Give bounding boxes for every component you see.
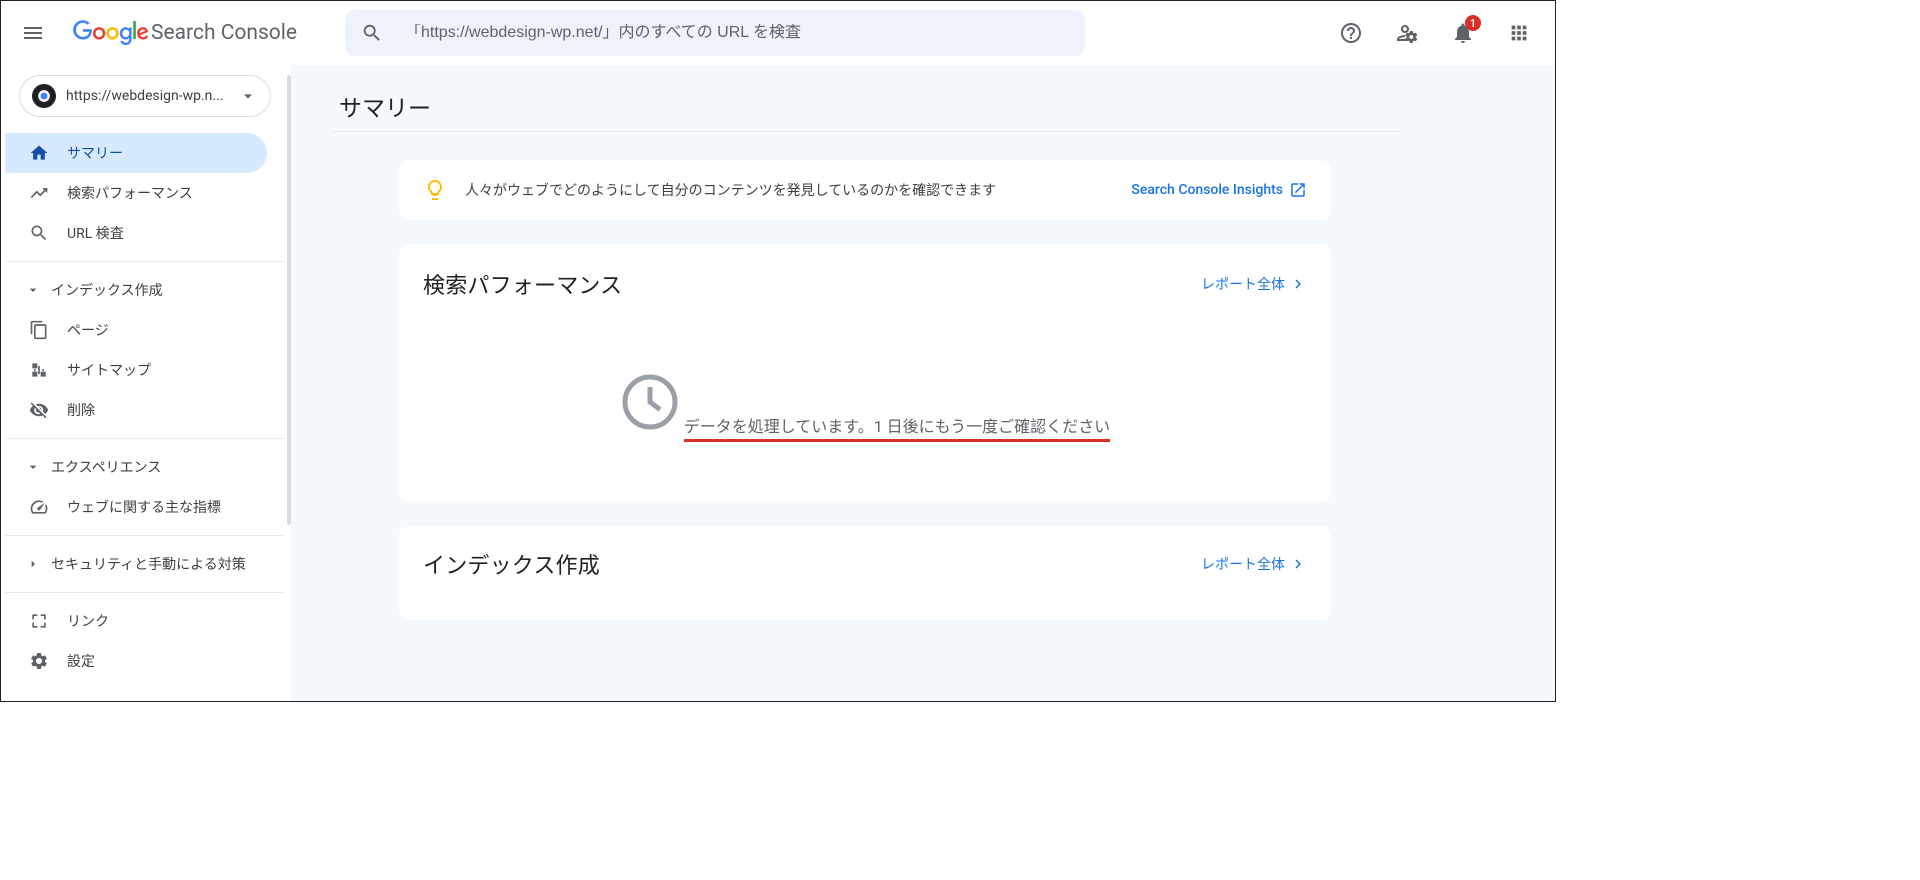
external-link-icon bbox=[1289, 181, 1307, 199]
chevron-right-icon bbox=[25, 556, 41, 572]
processing-message: データを処理しています。1 日後にもう一度ご確認ください bbox=[684, 413, 1110, 437]
sidebar-item-label: 設定 bbox=[67, 651, 95, 671]
url-inspect-search[interactable] bbox=[345, 10, 1085, 56]
lightbulb-icon bbox=[423, 178, 447, 202]
insights-card: 人々がウェブでどのようにして自分のコンテンツを発見しているのかを確認できます S… bbox=[399, 160, 1331, 220]
insights-link[interactable]: Search Console Insights bbox=[1131, 181, 1307, 199]
search-icon bbox=[361, 22, 383, 44]
product-name: Search Console bbox=[151, 21, 297, 45]
sidebar-item-sitemaps[interactable]: サイトマップ bbox=[5, 350, 267, 390]
sidebar-item-url-inspection[interactable]: URL 検査 bbox=[5, 213, 267, 253]
sidebar-item-label: 削除 bbox=[67, 400, 95, 420]
chevron-down-icon bbox=[25, 459, 41, 475]
card-header: インデックス作成 レポート全体 bbox=[423, 548, 1307, 580]
divider bbox=[331, 131, 1399, 132]
trending-icon bbox=[29, 183, 49, 203]
link-icon bbox=[29, 611, 49, 631]
url-inspect-input[interactable] bbox=[405, 24, 1069, 42]
divider bbox=[5, 438, 285, 439]
property-icon bbox=[32, 84, 56, 108]
visibility-off-icon bbox=[29, 400, 49, 420]
sidebar-group-indexing[interactable]: インデックス作成 bbox=[5, 270, 285, 310]
sidebar-item-label: リンク bbox=[67, 611, 109, 631]
hamburger-icon bbox=[21, 21, 45, 45]
sidebar-item-label: 検索パフォーマンス bbox=[67, 183, 193, 203]
sitemap-icon bbox=[29, 360, 49, 380]
notification-badge: 1 bbox=[1465, 15, 1481, 31]
sidebar-item-label: サマリー bbox=[67, 143, 123, 163]
clock-icon bbox=[620, 372, 680, 432]
speed-icon bbox=[29, 497, 49, 517]
property-label: https://webdesign-wp.n... bbox=[66, 88, 228, 104]
processing-state: データを処理しています。1 日後にもう一度ご確認ください bbox=[423, 316, 1307, 442]
content-area: https://webdesign-wp.n... サマリー 検索パフォーマンス… bbox=[1, 65, 1555, 701]
sidebar-group-label: セキュリティと手動による対策 bbox=[51, 554, 246, 574]
sidebar-group-label: エクスペリエンス bbox=[51, 457, 161, 477]
person-settings-icon bbox=[1395, 21, 1419, 45]
card-header: 検索パフォーマンス レポート全体 bbox=[423, 268, 1307, 300]
sidebar-item-pages[interactable]: ページ bbox=[5, 310, 267, 350]
divider bbox=[5, 535, 285, 536]
menu-toggle-button[interactable] bbox=[9, 9, 57, 57]
card-title: 検索パフォーマンス bbox=[423, 268, 622, 300]
main-content: サマリー 人々がウェブでどのようにして自分のコンテンツを発見しているのかを確認で… bbox=[291, 65, 1555, 701]
gear-icon bbox=[29, 651, 49, 671]
card-title: インデックス作成 bbox=[423, 548, 600, 580]
help-icon bbox=[1339, 21, 1363, 45]
sidebar-item-performance[interactable]: 検索パフォーマンス bbox=[5, 173, 267, 213]
google-logo-icon bbox=[73, 20, 149, 46]
apps-button[interactable] bbox=[1495, 9, 1543, 57]
full-report-label: レポート全体 bbox=[1201, 274, 1285, 294]
full-report-link[interactable]: レポート全体 bbox=[1201, 554, 1307, 574]
insights-link-label: Search Console Insights bbox=[1131, 182, 1283, 198]
indexing-card: インデックス作成 レポート全体 bbox=[399, 526, 1331, 620]
sidebar: https://webdesign-wp.n... サマリー 検索パフォーマンス… bbox=[1, 65, 291, 701]
sidebar-group-security[interactable]: セキュリティと手動による対策 bbox=[5, 544, 285, 584]
sidebar-item-label: ページ bbox=[67, 320, 109, 340]
insights-message: 人々がウェブでどのようにして自分のコンテンツを発見しているのかを確認できます bbox=[465, 180, 1113, 200]
sidebar-item-core-web-vitals[interactable]: ウェブに関する主な指標 bbox=[5, 487, 267, 527]
page-title: サマリー bbox=[331, 89, 1399, 123]
full-report-label: レポート全体 bbox=[1201, 554, 1285, 574]
annotation-underline bbox=[684, 439, 1110, 442]
sidebar-group-experience[interactable]: エクスペリエンス bbox=[5, 447, 285, 487]
sidebar-item-label: ウェブに関する主な指標 bbox=[67, 497, 221, 517]
sidebar-item-removals[interactable]: 削除 bbox=[5, 390, 267, 430]
home-icon bbox=[29, 143, 49, 163]
sidebar-item-settings[interactable]: 設定 bbox=[5, 641, 267, 681]
chevron-right-icon bbox=[1289, 555, 1307, 573]
manage-users-button[interactable] bbox=[1383, 9, 1431, 57]
chevron-down-icon bbox=[25, 282, 41, 298]
notifications-button[interactable]: 1 bbox=[1439, 9, 1487, 57]
search-icon bbox=[29, 223, 49, 243]
sidebar-item-links[interactable]: リンク bbox=[5, 601, 267, 641]
sidebar-item-label: URL 検査 bbox=[67, 223, 124, 243]
product-logo[interactable]: Search Console bbox=[65, 20, 305, 46]
search-performance-card: 検索パフォーマンス レポート全体 データを処理しています。1 日後にもう一度ご確… bbox=[399, 244, 1331, 502]
scrollbar[interactable] bbox=[287, 75, 291, 525]
divider bbox=[5, 592, 285, 593]
property-selector[interactable]: https://webdesign-wp.n... bbox=[19, 75, 271, 117]
sidebar-item-summary[interactable]: サマリー bbox=[5, 133, 267, 173]
pages-icon bbox=[29, 320, 49, 340]
chevron-right-icon bbox=[1289, 275, 1307, 293]
sidebar-item-label: サイトマップ bbox=[67, 360, 151, 380]
app-header: Search Console 1 bbox=[1, 1, 1555, 65]
full-report-link[interactable]: レポート全体 bbox=[1201, 274, 1307, 294]
apps-grid-icon bbox=[1508, 22, 1530, 44]
help-button[interactable] bbox=[1327, 9, 1375, 57]
divider bbox=[5, 261, 285, 262]
chevron-down-icon bbox=[238, 86, 258, 106]
sidebar-group-label: インデックス作成 bbox=[51, 280, 163, 300]
